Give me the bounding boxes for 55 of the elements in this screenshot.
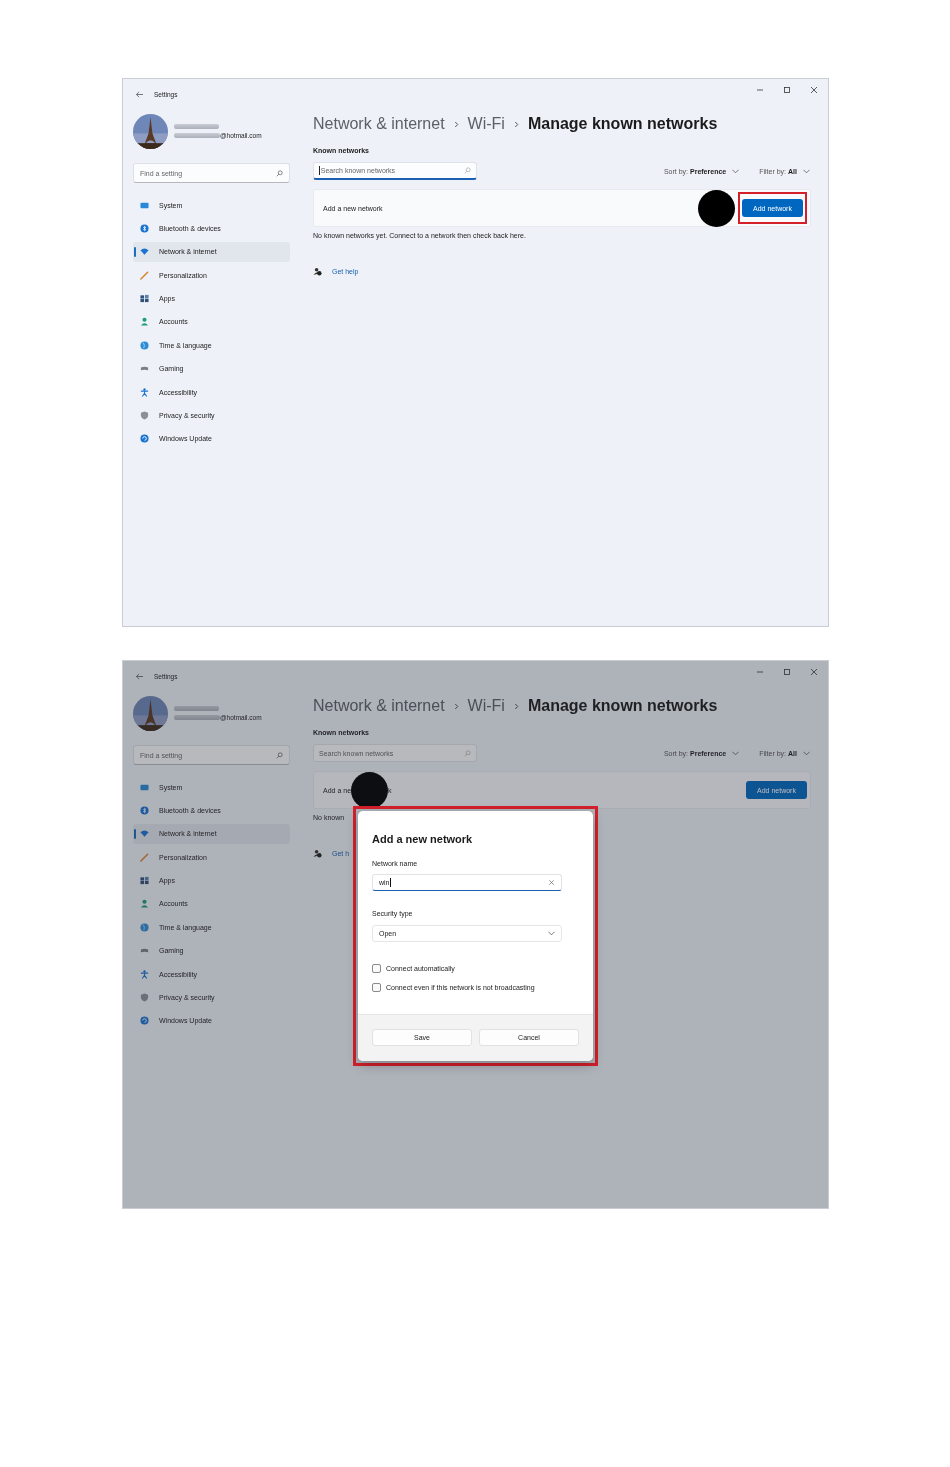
chevron-right-icon [513,702,519,710]
bluetooth-icon [140,805,149,815]
accessibility-figure-icon [140,969,149,979]
chevron-down-icon [803,750,810,756]
person-icon [140,317,149,327]
brush-icon [140,270,149,280]
close-icon[interactable] [809,85,819,95]
refresh-icon [140,1016,149,1026]
wifi-icon [140,247,149,257]
chevron-down-icon [548,931,555,936]
close-icon[interactable] [809,667,819,677]
brush-icon [140,852,149,862]
help-person-icon [313,266,322,276]
search-icon [276,751,283,759]
chevron-right-icon [513,120,519,128]
maximize-icon[interactable] [782,667,792,677]
globe-icon [140,922,149,932]
accessibility-figure-icon [140,387,149,397]
wifi-icon [140,829,149,839]
person-icon [140,899,149,909]
monitor-icon [140,782,149,792]
back-arrow-icon[interactable] [135,90,144,98]
page-title: Manage known networks [527,697,718,715]
chevron-right-icon [453,120,459,128]
redacted-name-bar [174,706,219,711]
apps-grid-icon [140,294,149,304]
globe-icon [140,340,149,350]
back-arrow-icon[interactable] [135,672,144,680]
shield-icon [140,411,149,420]
page-title: Manage known networks [527,115,718,133]
help-person-icon [313,848,322,858]
breadcrumb-link[interactable]: Network & internet [313,115,445,133]
refresh-icon [140,434,149,444]
chevron-down-icon [803,168,810,174]
bluetooth-icon [140,223,149,233]
chevron-right-icon [453,702,459,710]
chevron-down-icon [732,750,740,756]
breadcrumb-link[interactable]: Wi-Fi [467,115,505,133]
apps-grid-icon [140,876,149,886]
checkbox[interactable] [372,982,381,992]
clear-icon[interactable] [548,879,555,886]
search-icon [464,167,471,174]
monitor-icon [140,200,149,210]
breadcrumb-link[interactable]: Wi-Fi [467,697,505,715]
search-icon [276,169,283,177]
breadcrumb-link[interactable]: Network & internet [313,697,445,715]
redacted-name-bar [174,715,220,720]
checkbox[interactable] [372,963,381,973]
chevron-down-icon [732,168,740,174]
redacted-name-bar [174,124,219,129]
maximize-icon[interactable] [782,85,792,95]
shield-icon [140,993,149,1002]
search-icon [464,749,471,757]
redacted-name-bar [174,133,220,138]
dialog-title: Add a new network [372,832,474,846]
